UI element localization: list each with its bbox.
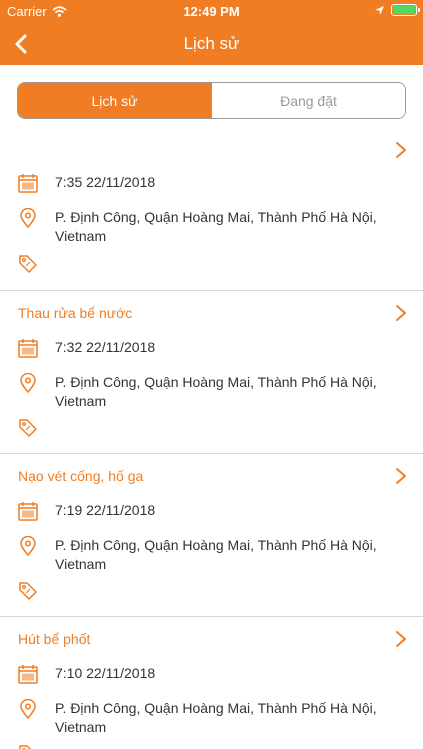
tag-icon bbox=[19, 582, 37, 600]
item-address-line2: Vietnam bbox=[55, 719, 107, 735]
calendar-icon bbox=[18, 502, 38, 521]
item-address-row: P. Định Công, Quận Hoàng Mai, Thành Phố … bbox=[18, 208, 405, 246]
tag-icon bbox=[19, 745, 32, 749]
item-address: P. Định Công, Quận Hoàng Mai, Thành Phố … bbox=[55, 373, 377, 411]
battery-icon bbox=[391, 4, 420, 16]
page-title: Lịch sử bbox=[183, 34, 240, 53]
tag-icon bbox=[19, 255, 37, 273]
segmented-control: Lịch sử Đang đặt bbox=[17, 82, 406, 119]
location-pin-icon bbox=[20, 536, 36, 556]
item-address-line1: P. Định Công, Quận Hoàng Mai, Thành Phố … bbox=[55, 209, 377, 225]
item-datetime: 7:32 22/11/2018 bbox=[55, 339, 156, 355]
location-arrow-icon bbox=[375, 5, 384, 15]
status-right bbox=[374, 4, 420, 16]
item-address-row: P. Định Công, Quận Hoàng Mai, Thành Phố … bbox=[18, 699, 405, 737]
item-address: P. Định Công, Quận Hoàng Mai, Thành Phố … bbox=[55, 699, 377, 737]
nav-bar: Lịch sử bbox=[0, 23, 423, 65]
calendar-icon bbox=[18, 665, 38, 684]
item-title: Thau rửa bể nước bbox=[18, 305, 133, 321]
item-datetime: 7:10 22/11/2018 bbox=[55, 665, 156, 681]
tag-icon bbox=[19, 419, 37, 437]
item-datetime: 7:19 22/11/2018 bbox=[55, 502, 156, 518]
tab-history[interactable]: Lịch sử bbox=[18, 83, 212, 118]
chevron-right-icon[interactable] bbox=[395, 467, 407, 485]
list-item[interactable]: Thau rửa bể nước 7:32 22/11/2018 P. Định… bbox=[0, 291, 423, 454]
item-tag-row bbox=[18, 744, 405, 749]
list-item[interactable]: Hút bể phốt 7:10 22/11/2018 P. Định Công… bbox=[0, 617, 423, 749]
calendar-icon bbox=[18, 174, 38, 193]
item-datetime: 7:35 22/11/2018 bbox=[55, 174, 156, 190]
calendar-icon bbox=[18, 339, 38, 358]
item-address-line1: P. Định Công, Quận Hoàng Mai, Thành Phố … bbox=[55, 700, 377, 716]
location-pin-icon bbox=[20, 208, 36, 228]
item-address: P. Định Công, Quận Hoàng Mai, Thành Phố … bbox=[55, 536, 377, 574]
item-tag-row bbox=[18, 254, 405, 274]
chevron-right-icon[interactable] bbox=[395, 141, 407, 159]
chevron-right-icon[interactable] bbox=[395, 304, 407, 322]
item-address-line2: Vietnam bbox=[55, 393, 107, 409]
location-pin-icon bbox=[20, 373, 36, 393]
item-address-row: P. Định Công, Quận Hoàng Mai, Thành Phố … bbox=[18, 373, 405, 411]
item-address: P. Định Công, Quận Hoàng Mai, Thành Phố … bbox=[55, 208, 377, 246]
tab-current[interactable]: Đang đặt bbox=[212, 83, 405, 118]
list-item[interactable]: Nạo vét cống, hố ga 7:19 22/11/2018 P. Đ… bbox=[0, 454, 423, 617]
list-item[interactable]: 7:35 22/11/2018 P. Định Công, Quận Hoàng… bbox=[0, 128, 423, 291]
item-address-line2: Vietnam bbox=[55, 228, 107, 244]
item-address-line1: P. Định Công, Quận Hoàng Mai, Thành Phố … bbox=[55, 537, 377, 553]
item-address-row: P. Định Công, Quận Hoàng Mai, Thành Phố … bbox=[18, 536, 405, 574]
clock: 12:49 PM bbox=[183, 4, 240, 19]
location-pin-icon bbox=[20, 699, 36, 719]
item-address-line2: Vietnam bbox=[55, 556, 107, 572]
item-datetime-row: 7:32 22/11/2018 bbox=[18, 338, 405, 358]
item-address-line1: P. Định Công, Quận Hoàng Mai, Thành Phố … bbox=[55, 374, 377, 390]
item-title: Hút bể phốt bbox=[18, 631, 91, 647]
chevron-right-icon[interactable] bbox=[395, 630, 407, 648]
item-datetime-row: 7:35 22/11/2018 bbox=[18, 173, 405, 193]
item-title: Nạo vét cống, hố ga bbox=[18, 468, 144, 484]
status-bar: Carrier 12:49 PM bbox=[0, 0, 423, 23]
item-tag-row bbox=[18, 581, 405, 601]
battery-level bbox=[393, 6, 415, 14]
item-datetime-row: 7:10 22/11/2018 bbox=[18, 664, 405, 684]
history-list: 7:35 22/11/2018 P. Định Công, Quận Hoàng… bbox=[0, 128, 423, 749]
item-tag-row bbox=[18, 418, 405, 438]
item-datetime-row: 7:19 22/11/2018 bbox=[18, 501, 405, 521]
